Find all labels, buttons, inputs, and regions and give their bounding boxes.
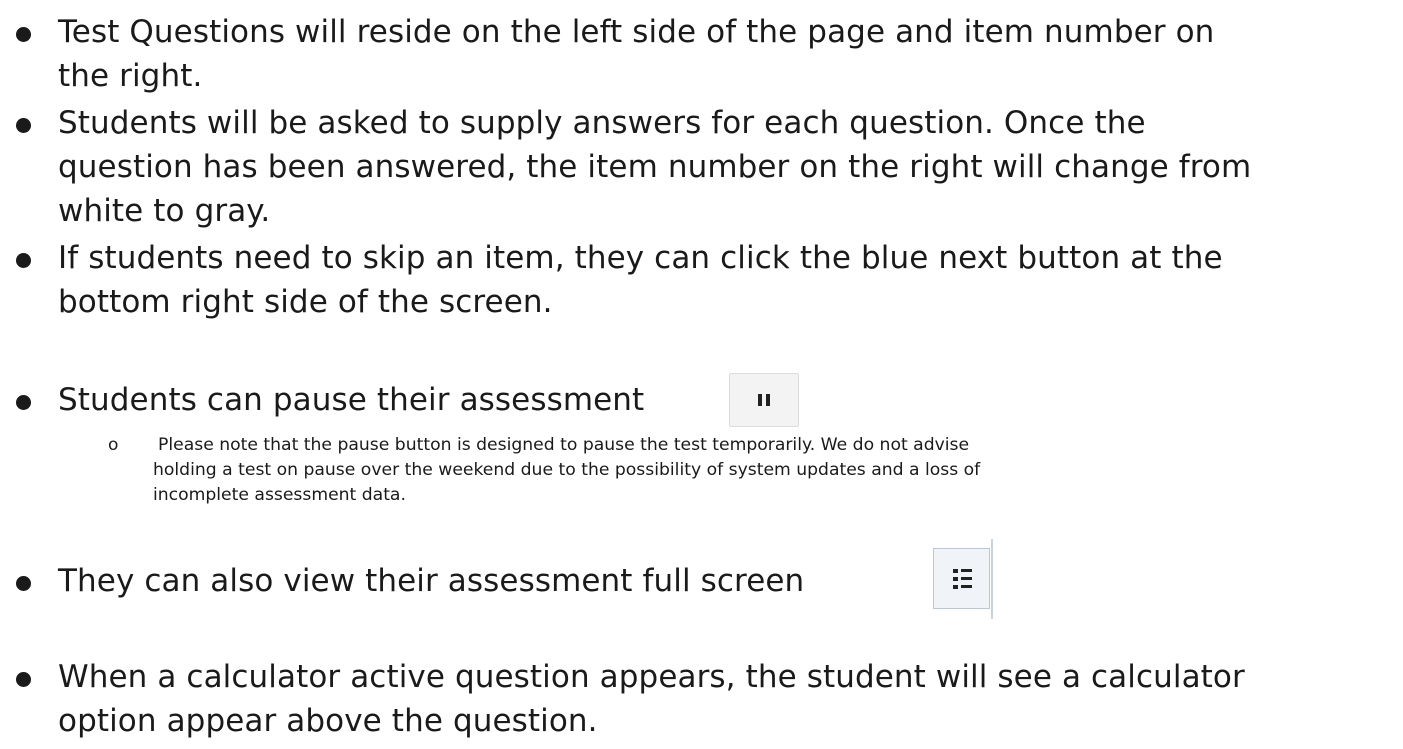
- bullet-line: If students need to skip an item, they c…: [58, 240, 1223, 276]
- bullet-icon: [16, 253, 31, 268]
- sub-bullet-line: incomplete assessment data.: [153, 485, 406, 505]
- bullet-item-pause: Students can pause their assessment: [0, 378, 1380, 422]
- bullet-line: Students will be asked to supply answers…: [58, 105, 1146, 141]
- sub-bullet-pause-note: o Please note that the pause button is d…: [0, 433, 1390, 508]
- bullet-line: Test Questions will reside on the left s…: [58, 14, 1215, 50]
- sub-bullet-line: Please note that the pause button is des…: [158, 435, 970, 455]
- bullet-line: They can also view their assessment full…: [58, 563, 805, 599]
- bullet-item-answering: Students will be asked to supply answers…: [0, 101, 1380, 233]
- bullet-item-skip: If students need to skip an item, they c…: [0, 236, 1380, 326]
- bullet-icon: [16, 672, 31, 687]
- bullet-line: the right.: [58, 58, 203, 94]
- bullet-icon: [16, 118, 31, 133]
- instruction-document: Test Questions will reside on the left s…: [0, 0, 1403, 749]
- sub-bullet-marker: o: [108, 435, 119, 455]
- bullet-item-fullscreen: They can also view their assessment full…: [0, 559, 1380, 603]
- bullet-line: option appear above the question.: [58, 703, 598, 739]
- bullet-line: white to gray.: [58, 193, 271, 229]
- fullscreen-button[interactable]: [933, 539, 993, 619]
- bullet-line: question has been answered, the item num…: [58, 149, 1252, 185]
- bullet-icon: [16, 576, 31, 591]
- bullet-icon: [16, 27, 31, 42]
- bullet-line: bottom right side of the screen.: [58, 284, 553, 320]
- bullet-line: Students can pause their assessment: [58, 382, 645, 418]
- bullet-line: When a calculator active question appear…: [58, 659, 1245, 695]
- sub-bullet-line: holding a test on pause over the weekend…: [153, 460, 981, 480]
- pause-button[interactable]: [729, 373, 799, 427]
- bullet-item-questions-layout: Test Questions will reside on the left s…: [0, 10, 1380, 100]
- bullet-item-calculator: When a calculator active question appear…: [0, 655, 1380, 745]
- bullet-icon: [16, 395, 31, 410]
